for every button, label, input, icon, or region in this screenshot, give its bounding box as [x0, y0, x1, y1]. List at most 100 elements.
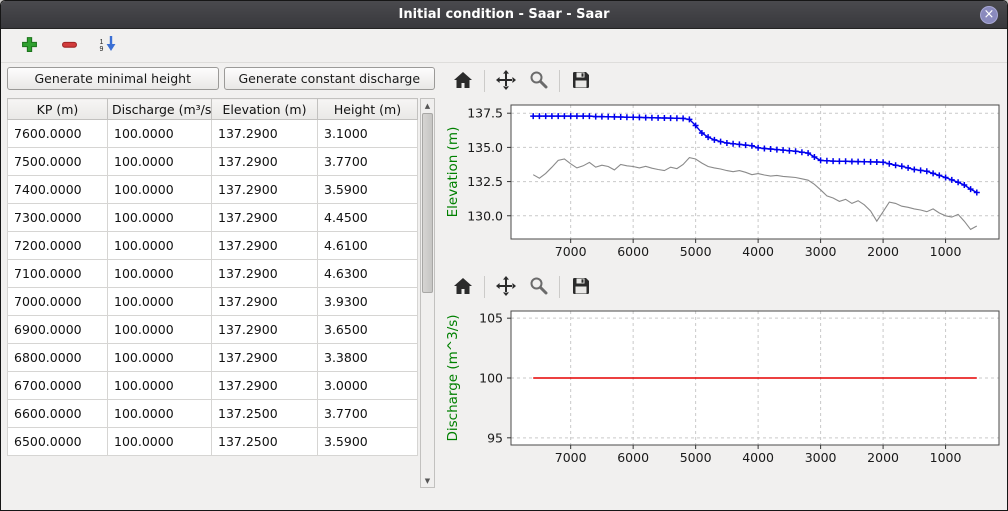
table-row: 7100.0000100.0000137.29004.6300 [8, 260, 418, 288]
table-cell[interactable]: 3.5900 [318, 176, 418, 204]
table-cell[interactable]: 137.2900 [212, 120, 318, 148]
table-cell[interactable]: 137.2900 [212, 288, 318, 316]
table-cell[interactable]: 100.0000 [108, 148, 212, 176]
table-row: 7200.0000100.0000137.29004.6100 [8, 232, 418, 260]
table-vertical-scrollbar[interactable]: ▲ ▼ [420, 98, 435, 488]
home-button[interactable] [447, 273, 479, 301]
generate-buttons: Generate minimal height Generate constan… [7, 67, 435, 90]
ytick-label: 137.5 [467, 106, 503, 121]
zoom-button[interactable] [522, 273, 554, 301]
home-icon [453, 71, 473, 92]
table-cell[interactable]: 3.1000 [318, 120, 418, 148]
table-cell[interactable]: 6600.0000 [8, 400, 108, 428]
toolbar-separator [484, 276, 485, 298]
table-row: 6800.0000100.0000137.29003.3800 [8, 344, 418, 372]
table-cell[interactable]: 4.4500 [318, 204, 418, 232]
table-cell[interactable]: 7000.0000 [8, 288, 108, 316]
save-icon [572, 277, 590, 298]
plot-area[interactable] [511, 105, 999, 239]
table-cell[interactable]: 6700.0000 [8, 372, 108, 400]
table-cell[interactable]: 100.0000 [108, 372, 212, 400]
home-button[interactable] [447, 67, 479, 95]
remove-row-button[interactable] [55, 33, 83, 59]
table-cell[interactable]: 100.0000 [108, 260, 212, 288]
left-panel: Generate minimal height Generate constan… [7, 67, 435, 500]
table-cell[interactable]: 3.3800 [318, 344, 418, 372]
xtick-label: 3000 [805, 450, 837, 465]
table-cell[interactable]: 6500.0000 [8, 428, 108, 456]
table-cell[interactable]: 100.0000 [108, 316, 212, 344]
table-cell[interactable]: 137.2900 [212, 176, 318, 204]
table-cell[interactable]: 7200.0000 [8, 232, 108, 260]
table-cell[interactable]: 137.2900 [212, 148, 318, 176]
ytick-label: 95 [487, 430, 503, 445]
pan-button[interactable] [490, 273, 522, 301]
table-cell[interactable]: 100.0000 [108, 120, 212, 148]
xtick-label: 5000 [680, 244, 712, 259]
table-cell[interactable]: 137.2900 [212, 260, 318, 288]
close-button[interactable]: × [980, 6, 998, 24]
table-cell[interactable]: 137.2900 [212, 316, 318, 344]
table-cell[interactable]: 7100.0000 [8, 260, 108, 288]
toolbar-separator [484, 70, 485, 92]
xtick-label: 1000 [930, 244, 962, 259]
table-cell[interactable]: 3.0000 [318, 372, 418, 400]
toolbar-separator [559, 70, 560, 92]
table-cell[interactable]: 100.0000 [108, 428, 212, 456]
table-cell[interactable]: 137.2500 [212, 400, 318, 428]
y-axis-label: Discharge (m^3/s) [445, 314, 461, 441]
generate-minimal-height-button[interactable]: Generate minimal height [7, 67, 219, 90]
minus-icon [61, 36, 78, 56]
table-cell[interactable]: 3.7700 [318, 400, 418, 428]
y-axis-label: Elevation (m) [445, 127, 461, 218]
save-button[interactable] [565, 67, 597, 95]
xtick-label: 5000 [680, 450, 712, 465]
ytick-label: 130.0 [467, 208, 503, 223]
table-cell[interactable]: 4.6100 [318, 232, 418, 260]
table-cell[interactable]: 137.2900 [212, 344, 318, 372]
add-row-button[interactable] [15, 33, 43, 59]
scroll-down-arrow[interactable]: ▼ [421, 474, 434, 487]
table-cell[interactable]: 100.0000 [108, 232, 212, 260]
table-cell[interactable]: 100.0000 [108, 288, 212, 316]
table-cell[interactable]: 6900.0000 [8, 316, 108, 344]
table-cell[interactable]: 7600.0000 [8, 120, 108, 148]
sort-digits: 1 9 [100, 39, 104, 53]
table-cell[interactable]: 7300.0000 [8, 204, 108, 232]
table-cell[interactable]: 137.2900 [212, 232, 318, 260]
table-cell[interactable]: 100.0000 [108, 400, 212, 428]
table-cell[interactable]: 3.6500 [318, 316, 418, 344]
elevation-chart[interactable]: 7000600050004000300020001000137.5135.013… [441, 97, 1003, 269]
table-cell[interactable]: 3.5900 [318, 428, 418, 456]
initial-condition-table: KP (m) Discharge (m³/s) Elevation (m) He… [7, 98, 418, 456]
table-cell[interactable]: 100.0000 [108, 176, 212, 204]
table-row: 6700.0000100.0000137.29003.0000 [8, 372, 418, 400]
magnifier-icon [529, 276, 548, 298]
table-cell[interactable]: 137.2500 [212, 428, 318, 456]
elevation-chart-block: 7000600050004000300020001000137.5135.013… [441, 65, 1003, 269]
column-header-kp: KP (m) [8, 99, 108, 120]
table-cell[interactable]: 3.7700 [318, 148, 418, 176]
sort-rows-button[interactable]: 1 9 [95, 33, 123, 59]
table-cell[interactable]: 6800.0000 [8, 344, 108, 372]
save-button[interactable] [565, 273, 597, 301]
chart-svg: 700060005000400030002000100010510095Disc… [441, 303, 1003, 475]
pan-button[interactable] [490, 67, 522, 95]
table-area: KP (m) Discharge (m³/s) Elevation (m) He… [7, 98, 435, 488]
table-cell[interactable]: 137.2900 [212, 204, 318, 232]
table-cell[interactable]: 3.9300 [318, 288, 418, 316]
table-cell[interactable]: 100.0000 [108, 204, 212, 232]
titlebar[interactable]: Initial condition - Saar - Saar × [1, 1, 1007, 29]
table-cell[interactable]: 7500.0000 [8, 148, 108, 176]
table-cell[interactable]: 137.2900 [212, 372, 318, 400]
discharge-chart[interactable]: 700060005000400030002000100010510095Disc… [441, 303, 1003, 475]
table-cell[interactable]: 4.6300 [318, 260, 418, 288]
chart-svg: 7000600050004000300020001000137.5135.013… [441, 97, 1003, 269]
scrollbar-thumb[interactable] [422, 113, 433, 293]
scroll-up-arrow[interactable]: ▲ [421, 99, 434, 112]
table-cell[interactable]: 100.0000 [108, 344, 212, 372]
generate-constant-discharge-button[interactable]: Generate constant discharge [224, 67, 436, 90]
zoom-button[interactable] [522, 67, 554, 95]
ytick-label: 100 [479, 371, 503, 386]
table-cell[interactable]: 7400.0000 [8, 176, 108, 204]
